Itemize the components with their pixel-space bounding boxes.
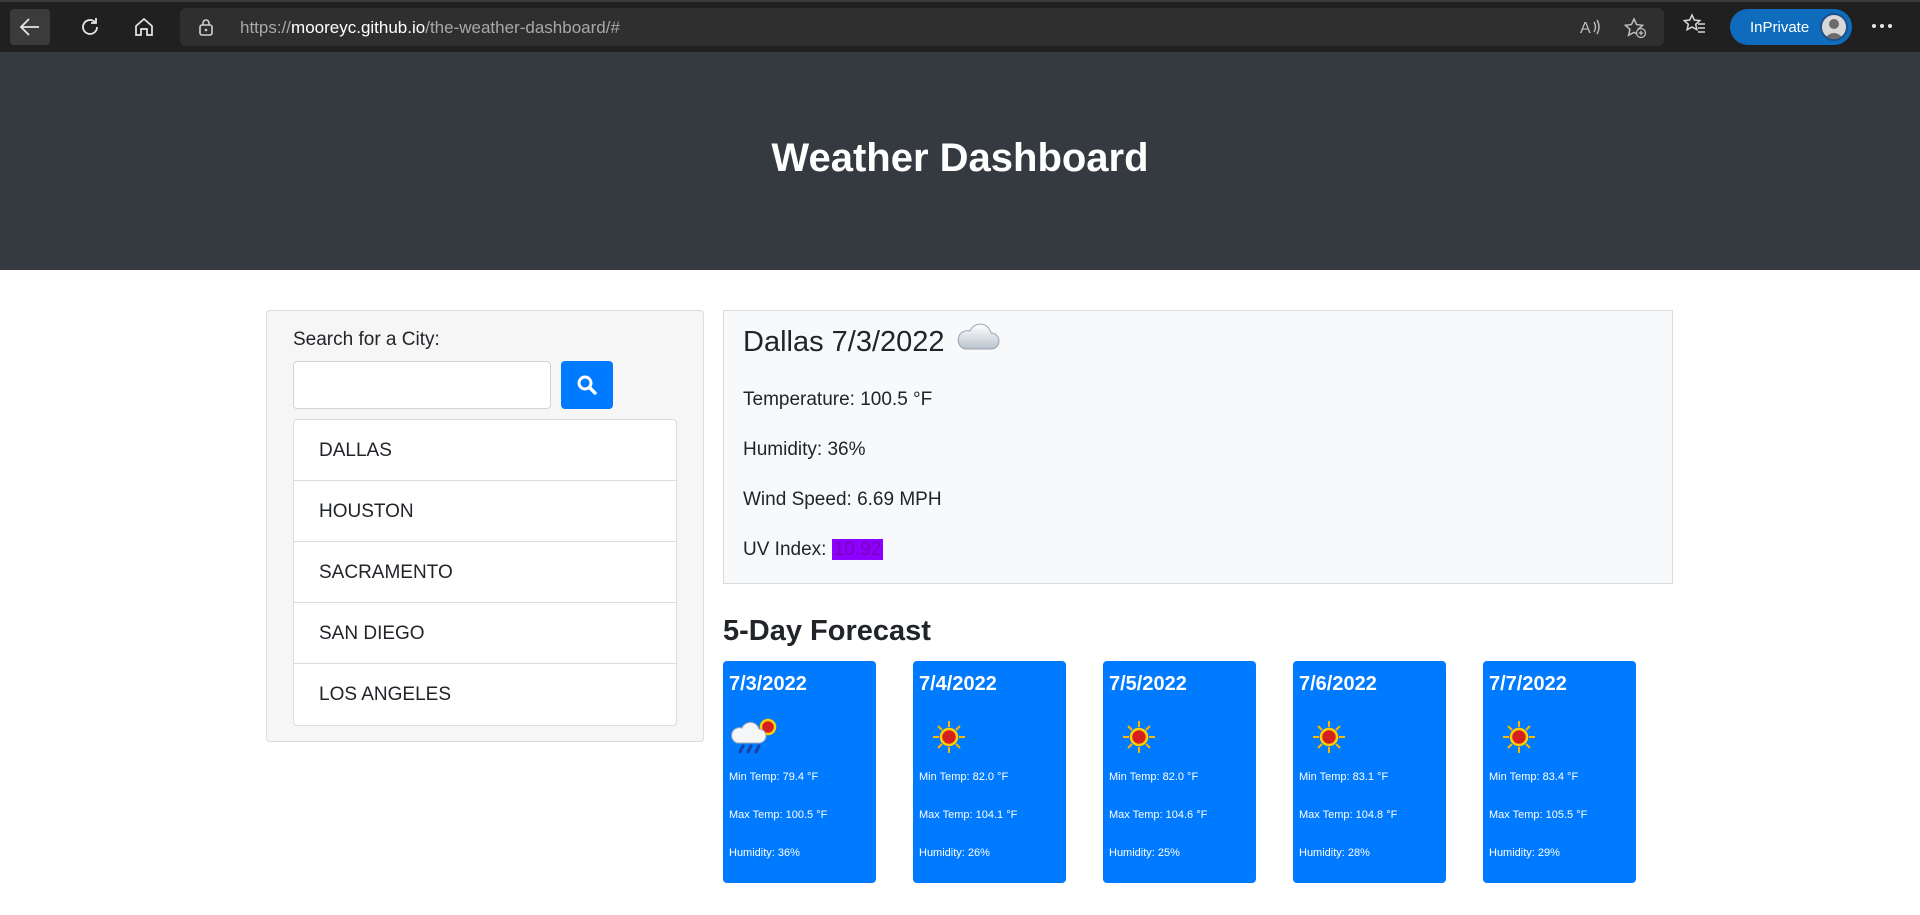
sun-icon [921, 715, 973, 759]
search-history-list: DALLAS HOUSTON SACRAMENTO SAN DIEGO LOS … [293, 419, 677, 726]
forecast-humidity: Humidity: 29% [1489, 847, 1560, 859]
forecast-card: 7/7/2022 Min Temp: 83.4 °F Max Temp: 105… [1483, 661, 1636, 883]
sun-icon [1111, 715, 1163, 759]
forecast-date: 7/4/2022 [919, 673, 997, 695]
cloud-icon [955, 323, 1001, 361]
forecast-max-temp: Max Temp: 105.5 °F [1489, 809, 1588, 821]
forecast-date: 7/5/2022 [1109, 673, 1187, 695]
forecast-card: 7/4/2022 Min Temp: 82.0 °F Max Temp: 104… [913, 661, 1066, 883]
address-bar[interactable]: https://mooreyc.github.io/the-weather-da… [180, 8, 1664, 46]
sun-icon [1491, 715, 1543, 759]
forecast-card: 7/6/2022 Min Temp: 83.1 °F Max Temp: 104… [1293, 661, 1446, 883]
add-favorite-icon[interactable] [1623, 17, 1647, 44]
forecast-humidity: Humidity: 25% [1109, 847, 1180, 859]
forecast-max-temp: Max Temp: 104.6 °F [1109, 809, 1208, 821]
search-label: Search for a City: [293, 329, 440, 350]
forecast-card: 7/3/2022 Min Temp: 79.4 °F Max Temp: 100… [723, 661, 876, 883]
search-icon [577, 375, 597, 395]
current-weather-card: Dallas 7/3/2022 Temperature: 100.5 °F Hu… [723, 310, 1673, 584]
forecast-card: 7/5/2022 Min Temp: 82.0 °F Max Temp: 104… [1103, 661, 1256, 883]
forecast-min-temp: Min Temp: 83.4 °F [1489, 771, 1579, 783]
uv-index-label: UV Index: [743, 539, 832, 560]
city-history-item[interactable]: SACRAMENTO [294, 542, 676, 603]
page-title: Weather Dashboard [771, 136, 1149, 180]
inprivate-label: InPrivate [1750, 18, 1810, 36]
forecast-min-temp: Min Temp: 83.1 °F [1299, 771, 1389, 783]
favorites-icon[interactable] [1682, 12, 1707, 41]
search-panel: Search for a City: DALLAS HOUSTON SACRAM… [266, 310, 704, 742]
inprivate-button[interactable]: InPrivate [1730, 9, 1852, 45]
browser-toolbar: https://mooreyc.github.io/the-weather-da… [0, 0, 1920, 52]
forecast-humidity: Humidity: 26% [919, 847, 990, 859]
forecast-max-temp: Max Temp: 100.5 °F [729, 809, 828, 821]
forecast-heading: 5-Day Forecast [723, 615, 931, 647]
url-text[interactable]: https://mooreyc.github.io/the-weather-da… [240, 18, 620, 38]
forecast-date: 7/6/2022 [1299, 673, 1377, 695]
city-history-item[interactable]: DALLAS [294, 420, 676, 481]
forecast-humidity: Humidity: 36% [729, 847, 800, 859]
refresh-icon [82, 18, 98, 35]
home-button[interactable] [124, 9, 164, 45]
reload-button[interactable] [70, 9, 110, 45]
current-temperature: Temperature: 100.5 °F [743, 389, 933, 410]
forecast-min-temp: Min Temp: 82.0 °F [919, 771, 1009, 783]
current-uv-index: UV Index: 10.92 [743, 539, 884, 561]
sun-icon [1301, 715, 1353, 759]
forecast-humidity: Humidity: 28% [1299, 847, 1370, 859]
current-humidity: Humidity: 36% [743, 439, 866, 460]
forecast-max-temp: Max Temp: 104.8 °F [1299, 809, 1398, 821]
forecast-min-temp: Min Temp: 79.4 °F [729, 771, 819, 783]
current-weather-title: Dallas 7/3/2022 [743, 323, 1001, 361]
city-search-input[interactable] [293, 361, 551, 409]
city-history-item[interactable]: SAN DIEGO [294, 603, 676, 664]
tab-strip-edge [0, 0, 1920, 2]
header-banner: Weather Dashboard [0, 52, 1920, 270]
city-history-item[interactable]: HOUSTON [294, 481, 676, 542]
search-button[interactable] [561, 361, 613, 409]
home-icon [135, 17, 153, 36]
city-history-item[interactable]: LOS ANGELES [294, 664, 676, 725]
forecast-date: 7/3/2022 [729, 673, 807, 695]
more-options-icon[interactable] [1870, 14, 1894, 43]
svg-text:A: A [1580, 20, 1591, 37]
rain-sun-icon [731, 715, 783, 759]
forecast-max-temp: Max Temp: 104.1 °F [919, 809, 1018, 821]
forecast-date: 7/7/2022 [1489, 673, 1567, 695]
city-date-heading: Dallas 7/3/2022 [743, 325, 945, 358]
current-wind-speed: Wind Speed: 6.69 MPH [743, 489, 942, 510]
read-aloud-icon[interactable]: A [1580, 17, 1602, 42]
back-button[interactable] [10, 9, 50, 45]
uv-index-badge: 10.92 [831, 539, 884, 560]
forecast-min-temp: Min Temp: 82.0 °F [1109, 771, 1199, 783]
lock-icon [198, 18, 214, 41]
avatar [1820, 13, 1848, 41]
arrow-left-icon [19, 18, 39, 36]
